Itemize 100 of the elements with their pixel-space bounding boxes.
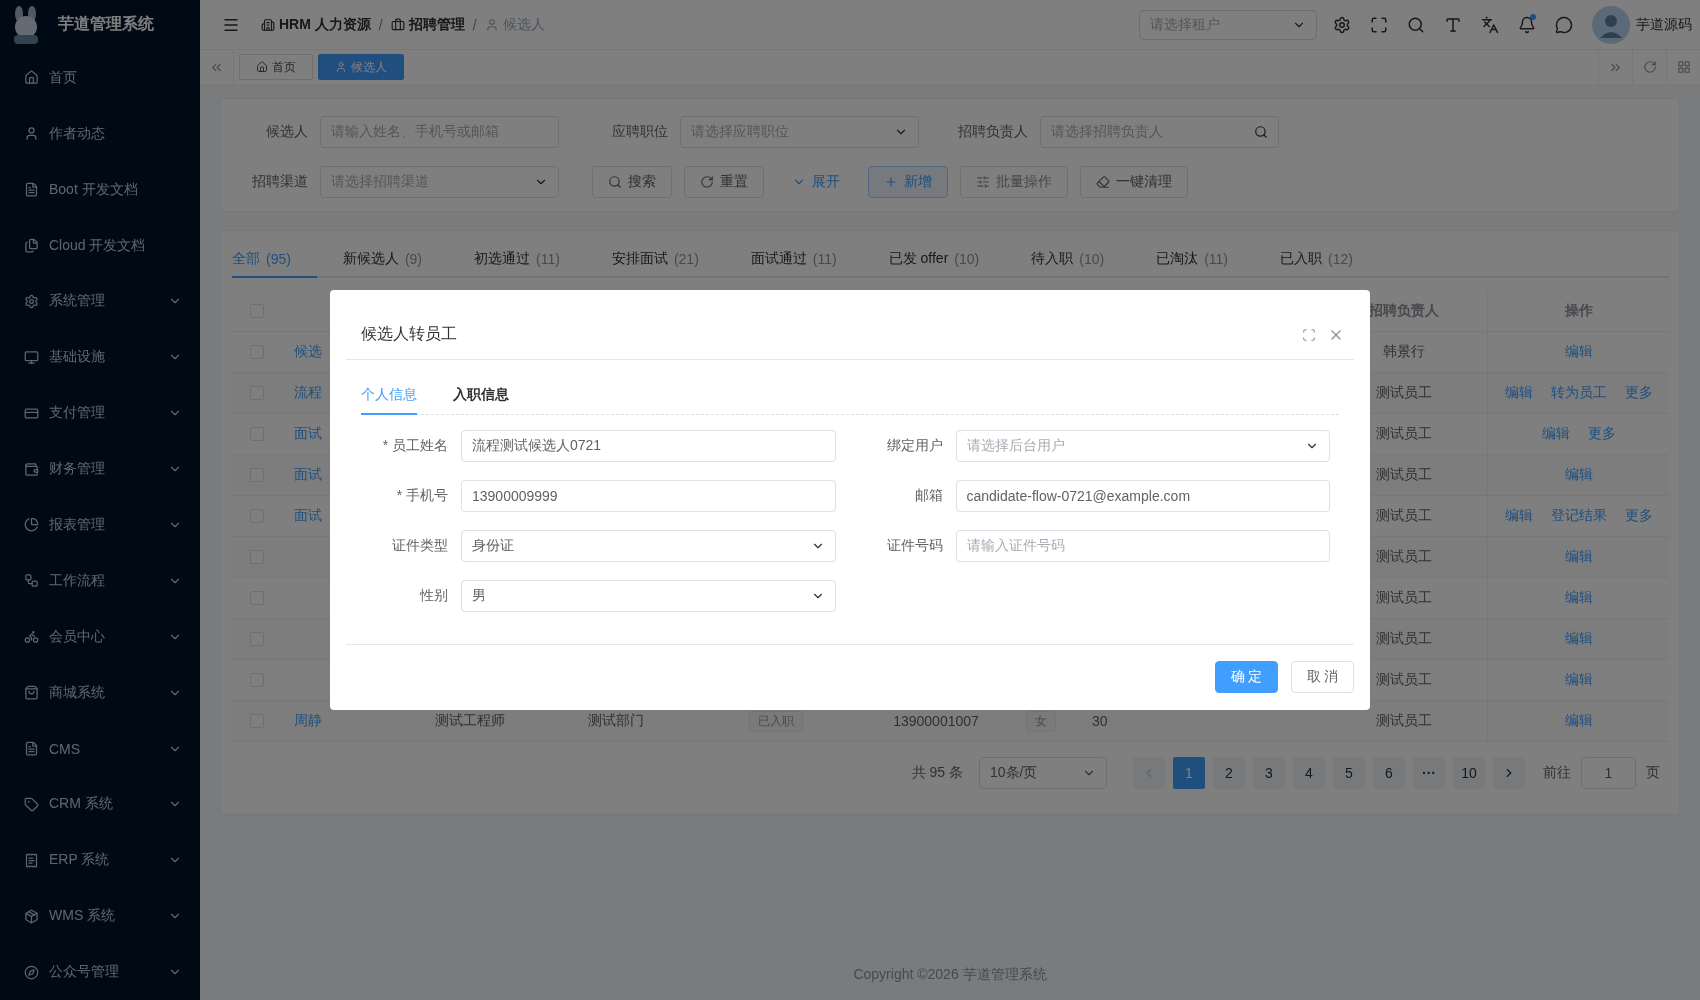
action-button[interactable]: 一键清理 xyxy=(1080,166,1188,198)
recruiter-name: 测试员工 xyxy=(1376,712,1432,730)
action-link[interactable]: 转为员工 xyxy=(1550,384,1607,402)
text-field[interactable]: 13900009999 xyxy=(461,480,836,512)
cancel-button[interactable]: 取 消 xyxy=(1291,661,1354,693)
field-label: 候选人 xyxy=(265,123,309,141)
page-button[interactable]: 5 xyxy=(1333,757,1365,789)
dialog-tab[interactable]: 入职信息 xyxy=(453,386,509,415)
pie-chart-icon xyxy=(24,517,39,533)
home-icon xyxy=(24,70,39,86)
position-text: 测试工程师 xyxy=(435,712,505,730)
confirm-button[interactable]: 确 定 xyxy=(1215,661,1278,693)
next-page-button[interactable] xyxy=(1493,757,1525,789)
sidebar-item[interactable]: 系统管理 xyxy=(0,273,200,330)
select-field[interactable]: 男 xyxy=(461,580,836,612)
sidebar-item[interactable]: 财务管理 xyxy=(0,441,200,498)
sidebar-item[interactable]: 商城系统 xyxy=(0,664,200,721)
card-icon xyxy=(24,405,39,421)
candidate-link[interactable]: 候选 xyxy=(294,343,322,361)
status-tab[interactable]: 全部 (95) xyxy=(232,242,317,278)
breadcrumb-link[interactable]: HRM 人力资源 xyxy=(261,15,371,34)
sidebar-item[interactable]: 会员中心 xyxy=(0,608,200,665)
recruiter-name: 韩景行 xyxy=(1383,343,1425,361)
page-button[interactable]: 3 xyxy=(1253,757,1285,789)
page-size-select[interactable]: 10条/页 xyxy=(979,757,1107,789)
page-number-field[interactable]: 1 xyxy=(1581,757,1636,789)
action-link[interactable]: 登记结果 xyxy=(1550,507,1607,525)
candidate-link[interactable]: 面试 xyxy=(294,507,322,525)
select-field[interactable]: 请选择后台用户 xyxy=(955,430,1330,462)
shopping-bag-icon xyxy=(24,685,39,701)
action-link[interactable]: 编辑 xyxy=(1564,589,1593,607)
user-icon xyxy=(484,17,499,32)
sidebar-item[interactable]: CRM 系统 xyxy=(0,776,200,833)
page-tag[interactable]: 候选人 xyxy=(318,54,404,80)
page-button[interactable]: 4 xyxy=(1293,757,1325,789)
page-button[interactable]: 6 xyxy=(1373,757,1405,789)
monitor-icon xyxy=(24,349,39,365)
action-link[interactable]: 编辑 xyxy=(1504,384,1533,402)
select-field[interactable]: 身份证 xyxy=(461,530,836,562)
action-link[interactable]: 编辑 xyxy=(1504,507,1533,525)
user-icon xyxy=(24,126,39,142)
text-field[interactable]: candidate-flow-0721@example.com xyxy=(955,480,1330,512)
sidebar-item[interactable]: 工作流程 xyxy=(0,552,200,609)
page-button[interactable]: 1 xyxy=(1173,757,1205,789)
page-suffix: 页 xyxy=(1646,764,1660,782)
action-link[interactable]: 编辑 xyxy=(1564,466,1593,484)
sidebar-item[interactable]: 作者动态 xyxy=(0,105,200,162)
avatar[interactable] xyxy=(1592,5,1630,44)
action-link[interactable]: 编辑 xyxy=(1541,425,1570,443)
sidebar-item[interactable]: 首页 xyxy=(0,49,200,106)
sidebar-item[interactable]: ERP 系统 xyxy=(0,832,200,889)
age-text: 30 xyxy=(1092,713,1108,729)
breadcrumb-separator: / xyxy=(378,16,383,33)
text-field[interactable]: 流程测试候选人0721 xyxy=(461,430,836,462)
sidebar-item[interactable]: 公众号管理 xyxy=(0,944,200,1000)
previous-page-button[interactable] xyxy=(1133,757,1165,789)
receipt-icon xyxy=(24,852,39,868)
candidate-link[interactable]: 周静 xyxy=(294,712,322,730)
user-name[interactable]: 芋道源码 xyxy=(1636,15,1692,34)
page-button[interactable]: 2 xyxy=(1213,757,1245,789)
sidebar-item[interactable]: WMS 系统 xyxy=(0,888,200,945)
sidebar-item[interactable]: 支付管理 xyxy=(0,385,200,442)
plus-icon xyxy=(884,175,898,189)
field-label: 性别 xyxy=(418,587,449,605)
page-button[interactable]: 10 xyxy=(1453,757,1485,789)
app-title: 芋道管理系统 xyxy=(58,14,154,35)
total-count: 共 95 条 xyxy=(911,764,963,782)
action-link[interactable]: 编辑 xyxy=(1564,630,1593,648)
page-button[interactable]: ··· xyxy=(1413,757,1445,789)
action-button[interactable]: 重置 xyxy=(684,166,764,198)
action-link[interactable]: 编辑 xyxy=(1564,671,1593,689)
fullscreen-icon[interactable] xyxy=(1302,327,1316,342)
action-link[interactable]: 更多 xyxy=(1587,425,1616,443)
dialog-tab[interactable]: 个人信息 xyxy=(361,386,417,415)
tag-icon xyxy=(24,796,39,812)
action-button[interactable]: 新增 xyxy=(868,166,948,198)
action-link[interactable]: 更多 xyxy=(1624,507,1653,525)
sidebar-item[interactable]: 报表管理 xyxy=(0,497,200,553)
gear-icon xyxy=(24,293,39,309)
sidebar-item[interactable]: 基础设施 xyxy=(0,329,200,386)
document-icon xyxy=(24,741,39,757)
field-label: * 手机号 xyxy=(395,487,449,505)
candidate-link[interactable]: 面试 xyxy=(294,425,322,443)
action-button[interactable]: 搜索 xyxy=(592,166,672,198)
candidate-link[interactable]: 流程 xyxy=(294,384,322,402)
home-icon xyxy=(256,61,268,73)
field-label: 邮箱 xyxy=(913,487,944,505)
page-tag[interactable]: 首页 xyxy=(239,54,313,80)
breadcrumb-link[interactable]: 招聘管理 xyxy=(390,15,465,34)
bicycle-icon xyxy=(24,629,39,645)
sliders-icon xyxy=(976,175,990,189)
candidate-link[interactable]: 面试 xyxy=(294,466,322,484)
action-link[interactable]: 编辑 xyxy=(1564,343,1593,361)
sidebar-item[interactable]: Boot 开发文档 xyxy=(0,161,200,218)
action-link[interactable]: 更多 xyxy=(1624,384,1653,402)
action-link[interactable]: 编辑 xyxy=(1564,548,1593,566)
sidebar-item[interactable]: CMS xyxy=(0,720,200,777)
sidebar-item[interactable]: Cloud 开发文档 xyxy=(0,217,200,274)
text-field[interactable]: 请输入证件号码 xyxy=(955,530,1330,562)
action-link[interactable]: 编辑 xyxy=(1564,712,1593,730)
